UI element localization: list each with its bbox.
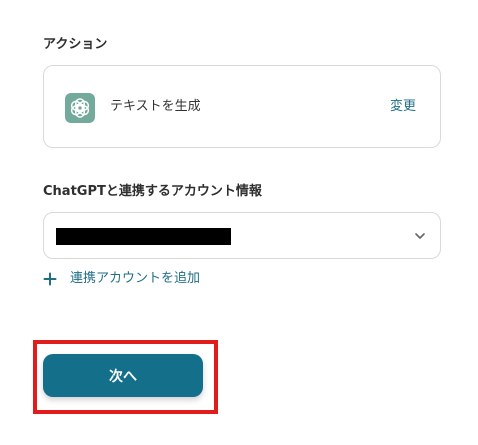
next-button[interactable]: 次へ bbox=[43, 354, 203, 397]
action-card: テキストを生成 変更 bbox=[43, 65, 441, 148]
add-account-link[interactable]: 連携アカウントを追加 bbox=[43, 270, 200, 288]
account-section-label: ChatGPTと連携するアカウント情報 bbox=[43, 184, 262, 199]
redacted-account-value bbox=[56, 228, 231, 245]
change-action-link[interactable]: 変更 bbox=[390, 99, 416, 115]
action-section-label: アクション bbox=[43, 37, 108, 52]
account-select[interactable] bbox=[43, 212, 441, 259]
plus-icon bbox=[43, 272, 57, 286]
openai-icon bbox=[65, 93, 95, 123]
add-account-label: 連携アカウントを追加 bbox=[70, 271, 201, 286]
action-name: テキストを生成 bbox=[110, 99, 201, 114]
chevron-down-icon bbox=[415, 233, 425, 239]
